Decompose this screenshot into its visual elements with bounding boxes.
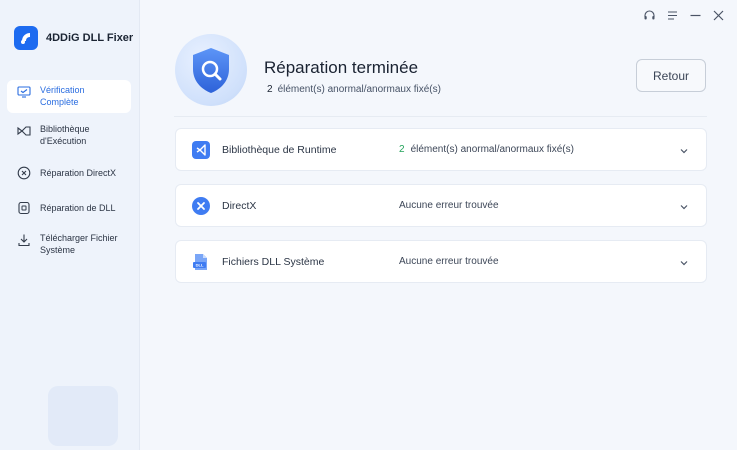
sidebar-item-directx[interactable]: Réparation DirectX: [7, 158, 131, 187]
sidebar-item-label: Télécharger Fichier Système: [40, 233, 118, 255]
chevron-down-icon[interactable]: [678, 201, 690, 213]
page-title: Réparation terminée: [264, 58, 419, 77]
sidebar-item-label: Vérification Complète: [40, 85, 85, 107]
card-title: DirectX: [222, 199, 257, 212]
sidebar: 4DDiG DLL Fixer Vérification Complète Bib…: [0, 0, 140, 450]
back-button[interactable]: Retour: [636, 59, 706, 92]
dll-icon: [18, 201, 30, 215]
app-name: 4DDiG DLL Fixer: [46, 32, 134, 44]
chevron-down-icon[interactable]: [678, 257, 690, 269]
dll-file-icon: DLL: [193, 254, 207, 270]
chevron-down-icon[interactable]: [678, 145, 690, 157]
card-fixed-count: 2: [399, 144, 405, 155]
sidebar-item-runtime-library[interactable]: Bibliothèque d'Exécution: [7, 119, 131, 152]
sidebar-item-dll-repair[interactable]: Réparation de DLL: [7, 193, 131, 222]
sidebar-item-download-system-file[interactable]: Télécharger Fichier Système: [7, 228, 131, 261]
app-logo: 4DDiG DLL Fixer: [14, 26, 133, 50]
directx-x-icon: [192, 197, 210, 215]
card-status: Aucune erreur trouvée: [399, 256, 499, 267]
card-status: 2 élément(s) anormal/anormaux fixé(s): [399, 144, 574, 155]
fixed-summary: 2 élément(s) anormal/anormaux fixé(s): [267, 84, 441, 95]
card-status: Aucune erreur trouvée: [399, 200, 499, 211]
result-card-directx[interactable]: DirectX Aucune erreur trouvée: [175, 184, 707, 227]
sidebar-item-label: Bibliothèque d'Exécution: [40, 124, 90, 146]
download-icon: [18, 234, 30, 247]
sidebar-item-label: Réparation DirectX: [40, 167, 117, 178]
card-title: Fichiers DLL Système: [222, 255, 325, 268]
sidebar-decoration: [48, 386, 118, 446]
visual-studio-icon: [192, 141, 210, 159]
directx-icon: [17, 166, 31, 180]
sidebar-item-label: Réparation de DLL: [40, 202, 116, 213]
result-card-system-dll-files[interactable]: DLL Fichiers DLL Système Aucune erreur t…: [175, 240, 707, 283]
monitor-check-icon: [17, 86, 31, 98]
fixed-count-text: élément(s) anormal/anormaux fixé(s): [277, 84, 441, 95]
sidebar-item-full-scan[interactable]: Vérification Complète: [7, 80, 131, 113]
library-icon: [17, 126, 31, 136]
result-card-runtime-library[interactable]: Bibliothèque de Runtime 2 élément(s) anor…: [175, 128, 707, 171]
svg-text:DLL: DLL: [196, 263, 204, 268]
header-divider: [174, 116, 707, 117]
sidebar-nav: Vérification Complète Bibliothèque d'Exécu…: [7, 80, 131, 261]
fixed-count: 2: [267, 84, 273, 95]
shield-scan-icon: [175, 34, 247, 106]
app-logo-icon: [14, 26, 38, 50]
card-title: Bibliothèque de Runtime: [222, 143, 337, 156]
main-panel: Réparation terminée 2 élément(s) anormal/…: [140, 0, 737, 450]
